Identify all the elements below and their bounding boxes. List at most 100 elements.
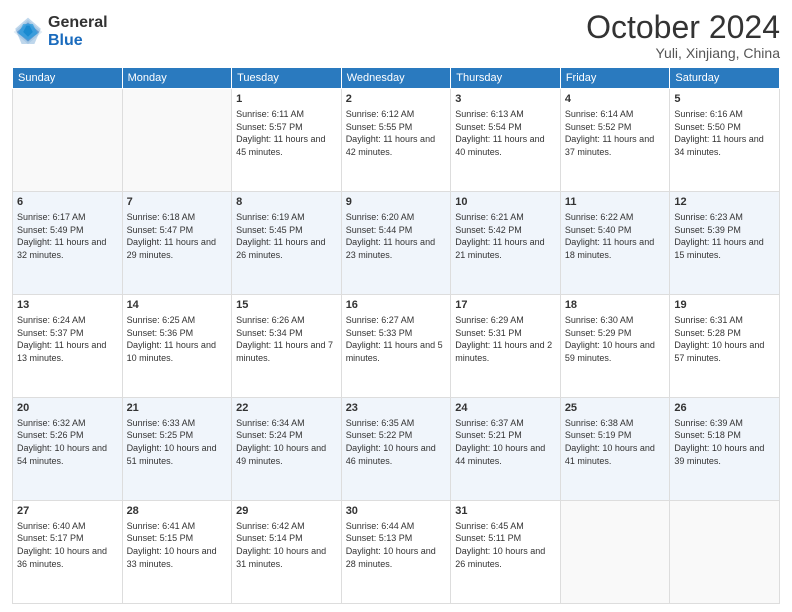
day-number: 30: [346, 504, 447, 519]
logo-text: General Blue: [48, 14, 108, 49]
day-info: Sunrise: 6:32 AMSunset: 5:26 PMDaylight:…: [17, 417, 118, 467]
calendar-cell: 21Sunrise: 6:33 AMSunset: 5:25 PMDayligh…: [122, 398, 232, 501]
day-info: Sunrise: 6:22 AMSunset: 5:40 PMDaylight:…: [565, 211, 666, 261]
day-number: 23: [346, 401, 447, 416]
calendar-day-header: Sunday: [13, 68, 123, 89]
logo: General Blue: [12, 14, 108, 49]
day-info: Sunrise: 6:24 AMSunset: 5:37 PMDaylight:…: [17, 314, 118, 364]
calendar-week-row: 13Sunrise: 6:24 AMSunset: 5:37 PMDayligh…: [13, 295, 780, 398]
calendar-header-row: SundayMondayTuesdayWednesdayThursdayFrid…: [13, 68, 780, 89]
calendar-cell: 16Sunrise: 6:27 AMSunset: 5:33 PMDayligh…: [341, 295, 451, 398]
calendar-cell: [560, 501, 670, 604]
day-info: Sunrise: 6:31 AMSunset: 5:28 PMDaylight:…: [674, 314, 775, 364]
logo-blue: Blue: [48, 32, 108, 50]
calendar-day-header: Wednesday: [341, 68, 451, 89]
calendar-day-header: Monday: [122, 68, 232, 89]
calendar-cell: 23Sunrise: 6:35 AMSunset: 5:22 PMDayligh…: [341, 398, 451, 501]
calendar-cell: 12Sunrise: 6:23 AMSunset: 5:39 PMDayligh…: [670, 192, 780, 295]
calendar-cell: 7Sunrise: 6:18 AMSunset: 5:47 PMDaylight…: [122, 192, 232, 295]
day-info: Sunrise: 6:11 AMSunset: 5:57 PMDaylight:…: [236, 108, 337, 158]
calendar-cell: 11Sunrise: 6:22 AMSunset: 5:40 PMDayligh…: [560, 192, 670, 295]
calendar-week-row: 1Sunrise: 6:11 AMSunset: 5:57 PMDaylight…: [13, 89, 780, 192]
day-number: 1: [236, 92, 337, 107]
day-number: 20: [17, 401, 118, 416]
day-info: Sunrise: 6:13 AMSunset: 5:54 PMDaylight:…: [455, 108, 556, 158]
logo-general: General: [48, 14, 108, 32]
calendar-cell: 1Sunrise: 6:11 AMSunset: 5:57 PMDaylight…: [232, 89, 342, 192]
day-info: Sunrise: 6:12 AMSunset: 5:55 PMDaylight:…: [346, 108, 447, 158]
day-number: 25: [565, 401, 666, 416]
day-info: Sunrise: 6:41 AMSunset: 5:15 PMDaylight:…: [127, 520, 228, 570]
day-number: 16: [346, 298, 447, 313]
location: Yuli, Xinjiang, China: [586, 45, 780, 61]
calendar-cell: 18Sunrise: 6:30 AMSunset: 5:29 PMDayligh…: [560, 295, 670, 398]
day-number: 29: [236, 504, 337, 519]
calendar-day-header: Tuesday: [232, 68, 342, 89]
header: General Blue October 2024 Yuli, Xinjiang…: [12, 10, 780, 61]
day-info: Sunrise: 6:30 AMSunset: 5:29 PMDaylight:…: [565, 314, 666, 364]
logo-icon: [12, 16, 44, 48]
calendar-cell: 28Sunrise: 6:41 AMSunset: 5:15 PMDayligh…: [122, 501, 232, 604]
calendar-cell: 25Sunrise: 6:38 AMSunset: 5:19 PMDayligh…: [560, 398, 670, 501]
day-number: 31: [455, 504, 556, 519]
day-info: Sunrise: 6:27 AMSunset: 5:33 PMDaylight:…: [346, 314, 447, 364]
day-info: Sunrise: 6:23 AMSunset: 5:39 PMDaylight:…: [674, 211, 775, 261]
calendar-cell: 30Sunrise: 6:44 AMSunset: 5:13 PMDayligh…: [341, 501, 451, 604]
calendar-cell: 17Sunrise: 6:29 AMSunset: 5:31 PMDayligh…: [451, 295, 561, 398]
day-number: 4: [565, 92, 666, 107]
title-block: October 2024 Yuli, Xinjiang, China: [586, 10, 780, 61]
day-number: 10: [455, 195, 556, 210]
calendar-cell: 19Sunrise: 6:31 AMSunset: 5:28 PMDayligh…: [670, 295, 780, 398]
calendar-cell: 29Sunrise: 6:42 AMSunset: 5:14 PMDayligh…: [232, 501, 342, 604]
page: General Blue October 2024 Yuli, Xinjiang…: [0, 0, 792, 612]
calendar-day-header: Friday: [560, 68, 670, 89]
day-number: 26: [674, 401, 775, 416]
day-info: Sunrise: 6:40 AMSunset: 5:17 PMDaylight:…: [17, 520, 118, 570]
calendar-week-row: 27Sunrise: 6:40 AMSunset: 5:17 PMDayligh…: [13, 501, 780, 604]
calendar-cell: 13Sunrise: 6:24 AMSunset: 5:37 PMDayligh…: [13, 295, 123, 398]
calendar-cell: 31Sunrise: 6:45 AMSunset: 5:11 PMDayligh…: [451, 501, 561, 604]
day-info: Sunrise: 6:21 AMSunset: 5:42 PMDaylight:…: [455, 211, 556, 261]
day-info: Sunrise: 6:38 AMSunset: 5:19 PMDaylight:…: [565, 417, 666, 467]
day-info: Sunrise: 6:26 AMSunset: 5:34 PMDaylight:…: [236, 314, 337, 364]
day-number: 18: [565, 298, 666, 313]
day-number: 6: [17, 195, 118, 210]
day-number: 28: [127, 504, 228, 519]
day-info: Sunrise: 6:42 AMSunset: 5:14 PMDaylight:…: [236, 520, 337, 570]
calendar-week-row: 6Sunrise: 6:17 AMSunset: 5:49 PMDaylight…: [13, 192, 780, 295]
day-info: Sunrise: 6:33 AMSunset: 5:25 PMDaylight:…: [127, 417, 228, 467]
day-info: Sunrise: 6:17 AMSunset: 5:49 PMDaylight:…: [17, 211, 118, 261]
calendar-cell: [670, 501, 780, 604]
calendar-body: 1Sunrise: 6:11 AMSunset: 5:57 PMDaylight…: [13, 89, 780, 604]
day-info: Sunrise: 6:20 AMSunset: 5:44 PMDaylight:…: [346, 211, 447, 261]
calendar-cell: 24Sunrise: 6:37 AMSunset: 5:21 PMDayligh…: [451, 398, 561, 501]
day-number: 7: [127, 195, 228, 210]
calendar-cell: 22Sunrise: 6:34 AMSunset: 5:24 PMDayligh…: [232, 398, 342, 501]
day-info: Sunrise: 6:37 AMSunset: 5:21 PMDaylight:…: [455, 417, 556, 467]
day-info: Sunrise: 6:25 AMSunset: 5:36 PMDaylight:…: [127, 314, 228, 364]
calendar-cell: [122, 89, 232, 192]
day-info: Sunrise: 6:44 AMSunset: 5:13 PMDaylight:…: [346, 520, 447, 570]
calendar-cell: 9Sunrise: 6:20 AMSunset: 5:44 PMDaylight…: [341, 192, 451, 295]
day-number: 19: [674, 298, 775, 313]
calendar-cell: 14Sunrise: 6:25 AMSunset: 5:36 PMDayligh…: [122, 295, 232, 398]
calendar-cell: 26Sunrise: 6:39 AMSunset: 5:18 PMDayligh…: [670, 398, 780, 501]
calendar-day-header: Thursday: [451, 68, 561, 89]
month-title: October 2024: [586, 10, 780, 45]
day-number: 11: [565, 195, 666, 210]
day-number: 2: [346, 92, 447, 107]
calendar-cell: [13, 89, 123, 192]
calendar-week-row: 20Sunrise: 6:32 AMSunset: 5:26 PMDayligh…: [13, 398, 780, 501]
calendar-cell: 10Sunrise: 6:21 AMSunset: 5:42 PMDayligh…: [451, 192, 561, 295]
day-info: Sunrise: 6:35 AMSunset: 5:22 PMDaylight:…: [346, 417, 447, 467]
calendar-cell: 2Sunrise: 6:12 AMSunset: 5:55 PMDaylight…: [341, 89, 451, 192]
day-number: 8: [236, 195, 337, 210]
calendar-day-header: Saturday: [670, 68, 780, 89]
calendar-cell: 15Sunrise: 6:26 AMSunset: 5:34 PMDayligh…: [232, 295, 342, 398]
day-number: 12: [674, 195, 775, 210]
day-info: Sunrise: 6:16 AMSunset: 5:50 PMDaylight:…: [674, 108, 775, 158]
calendar-cell: 8Sunrise: 6:19 AMSunset: 5:45 PMDaylight…: [232, 192, 342, 295]
day-number: 24: [455, 401, 556, 416]
day-number: 22: [236, 401, 337, 416]
day-info: Sunrise: 6:14 AMSunset: 5:52 PMDaylight:…: [565, 108, 666, 158]
